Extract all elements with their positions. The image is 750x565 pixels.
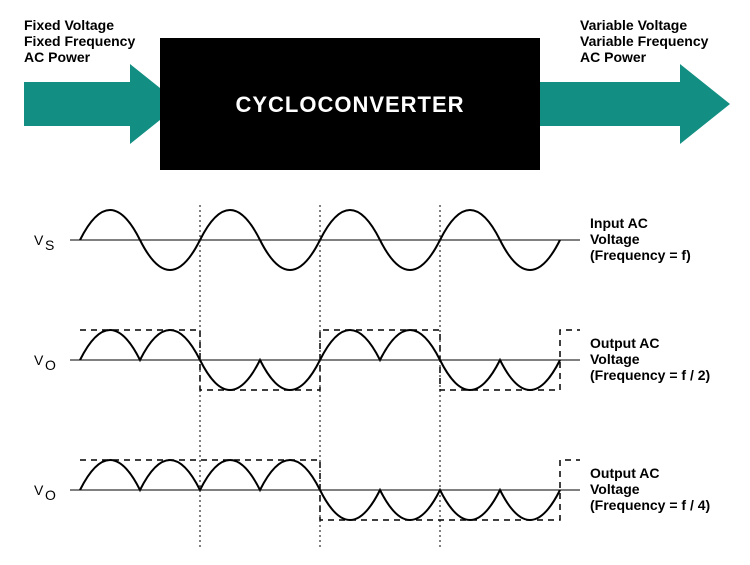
vs-desc-2: Voltage xyxy=(590,231,640,247)
output-arrow-icon xyxy=(540,64,730,144)
vs-plot: V S Input AC Voltage (Frequency = f) xyxy=(34,210,691,270)
vs-desc-1: Input AC xyxy=(590,215,648,231)
output-label-line2: Variable Frequency xyxy=(580,33,709,49)
vo-quarter-desc-2: Voltage xyxy=(590,481,640,497)
vo-half-desc-3: (Frequency = f / 2) xyxy=(590,367,710,383)
vo-half-symbol: V xyxy=(34,352,44,368)
cycloconverter-diagram: Fixed Voltage Fixed Frequency AC Power V… xyxy=(10,10,740,555)
vo-quarter-plot: V O Output AC Voltage (Frequency = f / 4… xyxy=(34,460,710,520)
vo-half-desc-2: Voltage xyxy=(590,351,640,367)
vs-subscript: S xyxy=(45,237,54,253)
input-label-line1: Fixed Voltage xyxy=(24,17,114,33)
vo-quarter-desc-1: Output AC xyxy=(590,465,659,481)
vs-symbol: V xyxy=(34,232,44,248)
vs-desc-3: (Frequency = f) xyxy=(590,247,691,263)
input-arrow-icon xyxy=(24,64,180,144)
vo-half-plot: V O Output AC Voltage (Frequency = f / 2… xyxy=(34,330,710,390)
output-label-line3: AC Power xyxy=(580,49,647,65)
vo-quarter-symbol: V xyxy=(34,482,44,498)
input-label-line3: AC Power xyxy=(24,49,91,65)
vo-quarter-desc-3: (Frequency = f / 4) xyxy=(590,497,710,513)
vo-half-subscript: O xyxy=(45,357,56,373)
input-label-line2: Fixed Frequency xyxy=(24,33,135,49)
vo-quarter-subscript: O xyxy=(45,487,56,503)
output-label-line1: Variable Voltage xyxy=(580,17,687,33)
converter-block-title: CYCLOCONVERTER xyxy=(235,92,464,117)
vo-half-desc-1: Output AC xyxy=(590,335,659,351)
